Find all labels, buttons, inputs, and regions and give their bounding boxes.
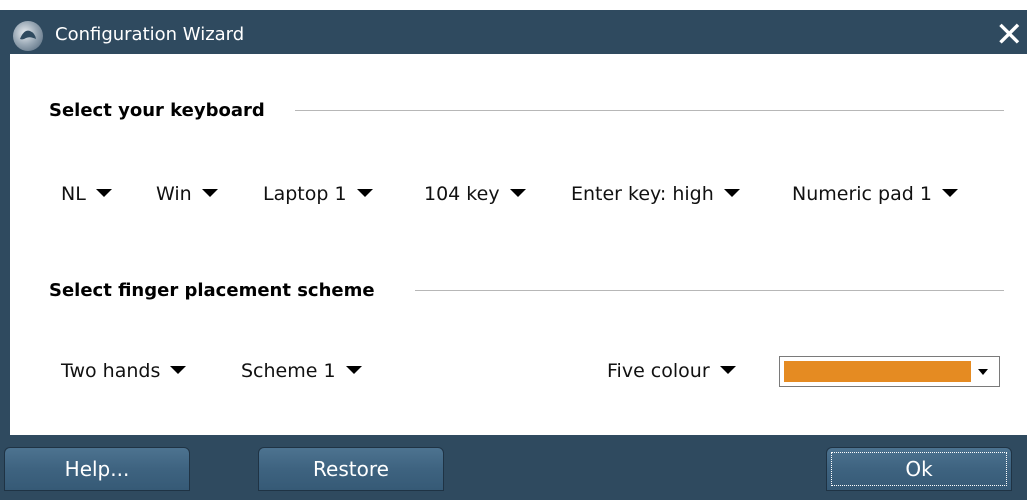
- scheme-dropdown-label: Scheme 1: [241, 360, 336, 382]
- os-dropdown-label: Win: [156, 183, 192, 205]
- language-dropdown[interactable]: NL: [61, 183, 112, 205]
- chevron-down-icon[interactable]: [978, 369, 988, 375]
- hands-dropdown[interactable]: Two hands: [61, 360, 187, 382]
- language-dropdown-label: NL: [61, 183, 86, 205]
- scheme-dropdown[interactable]: Scheme 1: [241, 360, 362, 382]
- keyboard-type-dropdown-label: Laptop 1: [263, 183, 347, 205]
- caret-down-icon: [95, 189, 112, 197]
- numeric-pad-dropdown-label: Numeric pad 1: [792, 183, 932, 205]
- caret-down-icon: [941, 189, 958, 197]
- window-title: Configuration Wizard: [55, 24, 245, 45]
- ok-button[interactable]: Ok: [826, 447, 1012, 491]
- numeric-pad-dropdown[interactable]: Numeric pad 1: [792, 183, 958, 205]
- help-button[interactable]: Help...: [4, 447, 190, 491]
- hands-dropdown-label: Two hands: [61, 360, 161, 382]
- colour-mode-dropdown-label: Five colour: [607, 360, 710, 382]
- keyboard-section-divider: [295, 110, 1004, 111]
- help-button-label: Help...: [64, 457, 130, 481]
- wizard-content: Select your keyboard NL Win Laptop 1 104…: [10, 54, 1027, 435]
- close-icon[interactable]: ✕: [995, 16, 1027, 54]
- restore-button-label: Restore: [313, 457, 389, 481]
- key-count-dropdown-label: 104 key: [424, 183, 500, 205]
- caret-down-icon: [356, 189, 373, 197]
- enter-key-dropdown[interactable]: Enter key: high: [571, 183, 740, 205]
- colour-mode-dropdown[interactable]: Five colour: [607, 360, 736, 382]
- app-logo-icon: [13, 21, 43, 51]
- finger-section-divider: [415, 290, 1004, 291]
- caret-down-icon: [170, 366, 187, 374]
- focus-ring: [831, 452, 1007, 486]
- os-dropdown[interactable]: Win: [156, 183, 218, 205]
- configuration-wizard-window: Configuration Wizard ✕ Select your keybo…: [0, 10, 1027, 500]
- caret-down-icon: [723, 189, 740, 197]
- colour-swatch: [784, 361, 971, 382]
- caret-down-icon: [509, 189, 526, 197]
- caret-down-icon: [719, 366, 736, 374]
- restore-button[interactable]: Restore: [258, 447, 444, 491]
- colour-select[interactable]: [779, 356, 1000, 387]
- key-count-dropdown[interactable]: 104 key: [424, 183, 526, 205]
- finger-section-title: Select finger placement scheme: [49, 280, 375, 301]
- caret-down-icon: [345, 366, 362, 374]
- keyboard-type-dropdown[interactable]: Laptop 1: [263, 183, 373, 205]
- enter-key-dropdown-label: Enter key: high: [571, 183, 714, 205]
- caret-down-icon: [201, 189, 218, 197]
- keyboard-section-title: Select your keyboard: [49, 100, 265, 121]
